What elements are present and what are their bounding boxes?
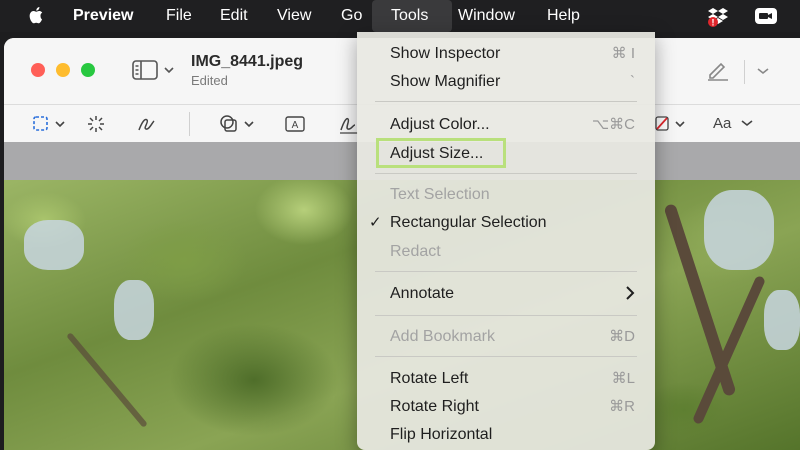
menu-item-show-magnifier[interactable]: Show Magnifier ` <box>357 69 655 95</box>
menu-separator <box>375 356 637 357</box>
menu-item-shortcut: ⌘R <box>609 398 635 415</box>
menu-item-label: Adjust Color... <box>390 116 490 133</box>
menu-edit[interactable]: Edit <box>220 7 248 25</box>
adjust-size-highlight <box>376 138 506 168</box>
menu-item-rotate-right[interactable]: Rotate Right ⌘R <box>357 394 655 420</box>
toolbar-divider <box>744 60 745 84</box>
border-color-icon[interactable] <box>654 115 690 133</box>
menu-file[interactable]: File <box>166 7 192 25</box>
menu-item-label: Rectangular Selection <box>390 214 547 231</box>
chevron-down-icon[interactable] <box>756 66 770 76</box>
menu-item-shortcut: ⌥⌘C <box>591 116 635 133</box>
menu-item-text-selection: Text Selection <box>357 182 655 208</box>
sidebar-toggle-icon[interactable] <box>132 60 176 80</box>
photo-branch <box>66 332 148 428</box>
menu-item-label: Rotate Right <box>390 398 479 415</box>
photo-sky-patch <box>114 280 154 340</box>
menu-item-shortcut: ⌘ I <box>611 45 635 62</box>
menu-item-rectangular-selection[interactable]: ✓ Rectangular Selection <box>357 210 655 236</box>
photo-sky-patch <box>24 220 84 270</box>
menu-item-label: Show Inspector <box>390 45 501 62</box>
menu-separator <box>375 271 637 272</box>
menu-item-flip-horizontal[interactable]: Flip Horizontal <box>357 422 655 448</box>
menu-item-adjust-color[interactable]: Adjust Color... ⌥⌘C <box>357 112 655 138</box>
checkmark-icon: ✓ <box>369 214 382 231</box>
menu-view[interactable]: View <box>277 7 311 25</box>
tools-menu: Show Inspector ⌘ I Show Magnifier ` Adju… <box>357 32 655 450</box>
menu-item-label: Redact <box>390 243 441 260</box>
document-title[interactable]: IMG_8441.jpeg <box>191 53 303 71</box>
menu-item-shortcut: ⌘L <box>611 370 635 387</box>
minimize-button[interactable] <box>56 63 70 77</box>
photo-sky-patch <box>764 290 800 350</box>
menu-app-name[interactable]: Preview <box>73 7 133 25</box>
document-status: Edited <box>191 73 228 88</box>
dropbox-icon[interactable]: ! <box>707 6 731 28</box>
menu-item-label: Show Magnifier <box>390 73 501 90</box>
menu-item-shortcut: ⌘D <box>609 328 635 345</box>
menu-bar: Preview File Edit View Go Tools Window H… <box>0 0 800 32</box>
menu-item-rotate-left[interactable]: Rotate Left ⌘L <box>357 366 655 392</box>
menu-item-show-inspector[interactable]: Show Inspector ⌘ I <box>357 41 655 67</box>
text-box-icon[interactable]: A <box>284 114 306 134</box>
apple-icon[interactable] <box>28 5 46 25</box>
photo-sky-patch <box>704 190 774 270</box>
menu-item-add-bookmark: Add Bookmark ⌘D <box>357 324 655 350</box>
text-style-button[interactable]: Aa <box>713 115 731 132</box>
menu-separator <box>375 173 637 174</box>
chevron-down-icon[interactable] <box>740 119 754 129</box>
menu-window[interactable]: Window <box>458 7 515 25</box>
svg-text:A: A <box>292 120 299 131</box>
menu-item-shortcut: ` <box>630 73 635 90</box>
menu-go[interactable]: Go <box>341 7 362 25</box>
menu-help[interactable]: Help <box>547 7 580 25</box>
menu-item-annotate[interactable]: Annotate <box>357 281 655 307</box>
video-camera-icon[interactable] <box>754 6 778 26</box>
menu-item-label: Add Bookmark <box>390 328 495 345</box>
markup-pen-icon[interactable] <box>705 58 731 82</box>
toolbar-divider <box>189 112 190 136</box>
menu-separator <box>375 101 637 102</box>
zoom-button[interactable] <box>81 63 95 77</box>
chevron-right-icon <box>626 286 635 300</box>
sketch-icon[interactable] <box>136 114 158 134</box>
menu-item-label: Flip Horizontal <box>390 426 493 443</box>
instant-alpha-icon[interactable] <box>86 114 106 134</box>
rectangular-selection-icon[interactable] <box>32 115 72 133</box>
menu-tools[interactable]: Tools <box>391 7 428 25</box>
menu-item-label: Text Selection <box>390 186 490 203</box>
shapes-icon[interactable] <box>218 113 260 135</box>
svg-text:!: ! <box>712 18 715 28</box>
close-button[interactable] <box>31 63 45 77</box>
menu-item-redact: Redact <box>357 239 655 265</box>
menu-item-label: Annotate <box>390 285 455 302</box>
menu-separator <box>375 315 637 316</box>
menu-item-label: Rotate Left <box>390 370 469 387</box>
